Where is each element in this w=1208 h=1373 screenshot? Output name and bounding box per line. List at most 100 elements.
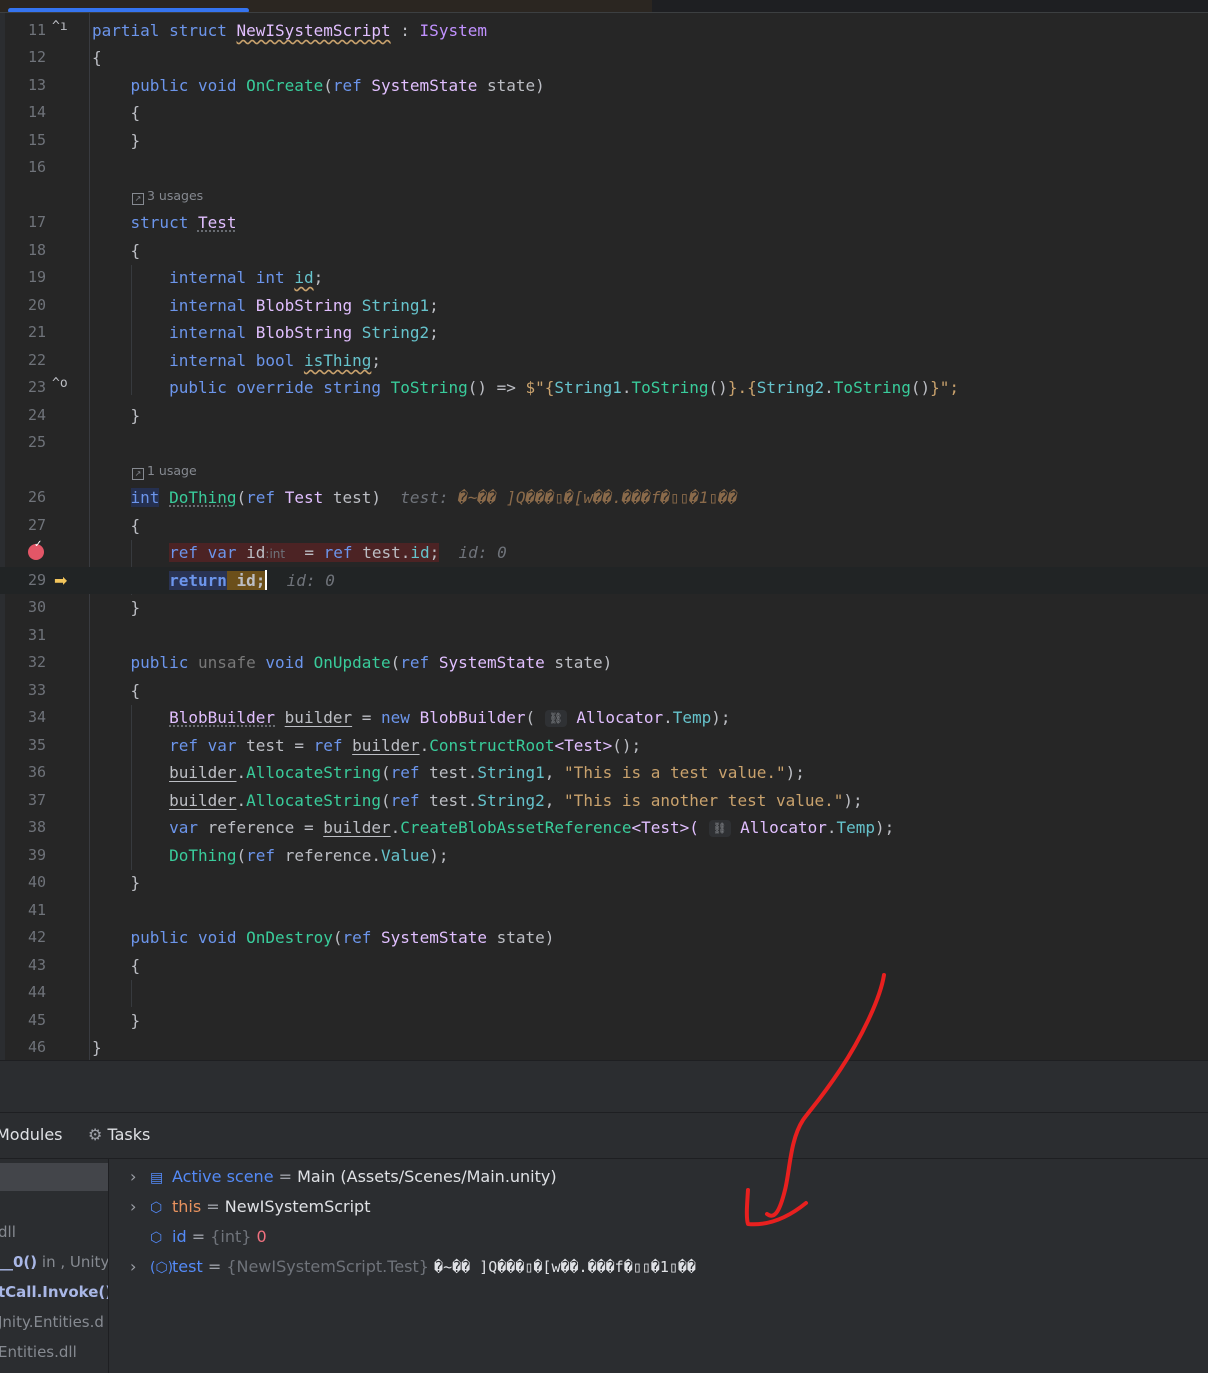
line-number: 41 bbox=[27, 901, 46, 919]
method-name[interactable]: ToString bbox=[834, 378, 911, 397]
keyword: ref bbox=[342, 928, 372, 947]
method-name[interactable]: AllocateString bbox=[246, 791, 381, 810]
variable-name[interactable]: reference bbox=[208, 818, 295, 837]
variable-row[interactable]: › (⬡)test = {NewISystemScript.Test} �~�� … bbox=[130, 1257, 696, 1276]
code-line: 24 } bbox=[0, 402, 1208, 429]
frames-list[interactable]: dll __0() in , Unity tCall.Invoke() Jnit… bbox=[0, 1159, 109, 1373]
frame-text: in , Unity bbox=[37, 1253, 109, 1271]
usages-codelens[interactable]: ↗ 3 usages bbox=[132, 186, 203, 206]
type-name[interactable]: BlobBuilder bbox=[169, 708, 275, 727]
enum-member[interactable]: Temp bbox=[837, 818, 876, 837]
variable-name: test. bbox=[419, 791, 478, 810]
code-line: 20 internal BlobString String1; bbox=[0, 292, 1208, 319]
struct-name[interactable]: Test bbox=[198, 213, 237, 232]
punct: . bbox=[236, 791, 247, 810]
property-name[interactable]: Value bbox=[381, 846, 429, 865]
variable-name[interactable]: builder bbox=[285, 708, 352, 727]
frame-item[interactable]: Jnity.Entities.d bbox=[0, 1313, 104, 1331]
method-name[interactable]: DoThing bbox=[169, 488, 236, 507]
field-name[interactable]: String2 bbox=[362, 323, 429, 342]
variable-name[interactable]: builder bbox=[352, 736, 419, 755]
variable-name[interactable]: reference bbox=[285, 846, 372, 865]
struct-name[interactable]: NewISystemScript bbox=[237, 21, 391, 40]
variable-row[interactable]: › ▤ Active scene = Main (Assets/Scenes/Mai… bbox=[130, 1167, 557, 1186]
type-name[interactable]: SystemState bbox=[439, 653, 545, 672]
implements-gutter-icon[interactable]: ^ı bbox=[52, 19, 68, 34]
type-name[interactable]: BlobString bbox=[256, 323, 352, 342]
field-name[interactable]: id bbox=[294, 268, 313, 287]
parameter-hint-icon[interactable]: ⛓ bbox=[544, 710, 567, 727]
param: state) bbox=[487, 928, 555, 947]
method-name[interactable]: OnCreate bbox=[246, 76, 323, 95]
method-name[interactable]: OnUpdate bbox=[314, 653, 391, 672]
type-name[interactable]: SystemState bbox=[371, 76, 477, 95]
override-gutter-icon[interactable]: ^o bbox=[52, 376, 68, 391]
struct-icon: ⬡ bbox=[150, 1230, 163, 1246]
method-name[interactable]: OnDestroy bbox=[246, 928, 333, 947]
frame-item[interactable]: dll bbox=[0, 1223, 16, 1241]
type-name[interactable]: BlobBuilder bbox=[420, 708, 526, 727]
punct: ( bbox=[390, 653, 401, 672]
punct: ( bbox=[236, 488, 247, 507]
chevron-right-icon[interactable]: › bbox=[130, 1257, 150, 1276]
frame-item[interactable]: __0() in , Unity bbox=[0, 1253, 109, 1271]
field-name[interactable]: String2 bbox=[757, 378, 824, 397]
enum-member[interactable]: Temp bbox=[673, 708, 712, 727]
type-name: <Test> bbox=[554, 736, 613, 755]
gear-play-icon: ⚙ bbox=[88, 1125, 103, 1144]
code-line: 12 { bbox=[0, 44, 1208, 71]
code-line: 11 ^ı partial struct NewISystemScript : … bbox=[0, 17, 1208, 44]
type-name[interactable]: BlobString bbox=[256, 296, 352, 315]
tab-modules[interactable]: Modules bbox=[0, 1125, 63, 1144]
variable-name[interactable]: builder bbox=[323, 818, 390, 837]
punct: ( bbox=[525, 708, 536, 727]
code-line: 44 bbox=[0, 979, 1208, 1006]
field-name[interactable]: String1 bbox=[554, 378, 621, 397]
usages-codelens[interactable]: ↗ 1 usage bbox=[132, 461, 197, 481]
chevron-right-icon[interactable]: › bbox=[130, 1197, 150, 1216]
variable-type: {int} bbox=[210, 1227, 257, 1246]
field-name[interactable]: isThing bbox=[304, 351, 371, 370]
parameter-hint-icon[interactable]: ⛓ bbox=[708, 820, 731, 837]
variable-name[interactable]: builder bbox=[169, 763, 236, 782]
variable-name[interactable]: test bbox=[246, 736, 285, 755]
variable-row[interactable]: › ⬡ this = NewISystemScript bbox=[130, 1197, 370, 1216]
selected-frame[interactable] bbox=[0, 1163, 108, 1191]
variable-name[interactable]: builder bbox=[169, 791, 236, 810]
field-name[interactable]: String1 bbox=[362, 296, 429, 315]
type-name[interactable]: Test bbox=[285, 488, 324, 507]
keyword: var bbox=[207, 736, 237, 755]
method-name[interactable]: CreateBlobAssetReference bbox=[400, 818, 631, 837]
debug-tool-window: Modules ⚙ Tasks dll __0() in , Unity tCa… bbox=[0, 1112, 1208, 1373]
frame-item[interactable]: Entities.dll bbox=[0, 1343, 77, 1361]
breakpoint-icon[interactable] bbox=[28, 539, 44, 560]
line-number: 33 bbox=[27, 681, 46, 699]
brace: { bbox=[130, 516, 141, 535]
method-name[interactable]: DoThing bbox=[169, 846, 236, 865]
keyword: ref bbox=[390, 763, 420, 782]
method-name[interactable]: ConstructRoot bbox=[429, 736, 554, 755]
type-name[interactable]: SystemState bbox=[381, 928, 487, 947]
field-name[interactable]: String2 bbox=[477, 791, 544, 810]
variable-row[interactable]: ⬡ id = {int} 0 bbox=[130, 1227, 267, 1246]
line-number: 40 bbox=[27, 873, 46, 891]
code-line: 27 { bbox=[0, 512, 1208, 539]
line-number: 45 bbox=[27, 1011, 46, 1029]
keyword: struct bbox=[130, 213, 189, 232]
interface-name[interactable]: ISystem bbox=[420, 21, 487, 40]
tab-tasks[interactable]: ⚙ Tasks bbox=[88, 1125, 150, 1144]
param: state) bbox=[477, 76, 545, 95]
variable-name[interactable]: id; bbox=[237, 571, 266, 590]
field-name[interactable]: String1 bbox=[477, 763, 544, 782]
method-name[interactable]: AllocateString bbox=[246, 763, 381, 782]
variable-name[interactable]: id bbox=[246, 543, 265, 562]
method-name[interactable]: ToString bbox=[631, 378, 708, 397]
field-name[interactable]: id bbox=[410, 543, 429, 562]
type-name[interactable]: Allocator bbox=[576, 708, 663, 727]
keyword: ref bbox=[169, 736, 198, 755]
frame-item[interactable]: tCall.Invoke() bbox=[0, 1283, 108, 1301]
chevron-right-icon[interactable]: › bbox=[130, 1167, 150, 1186]
type-name[interactable]: Allocator bbox=[740, 818, 827, 837]
method-name[interactable]: ToString bbox=[391, 378, 468, 397]
variable-value: NewISystemScript bbox=[224, 1197, 371, 1216]
